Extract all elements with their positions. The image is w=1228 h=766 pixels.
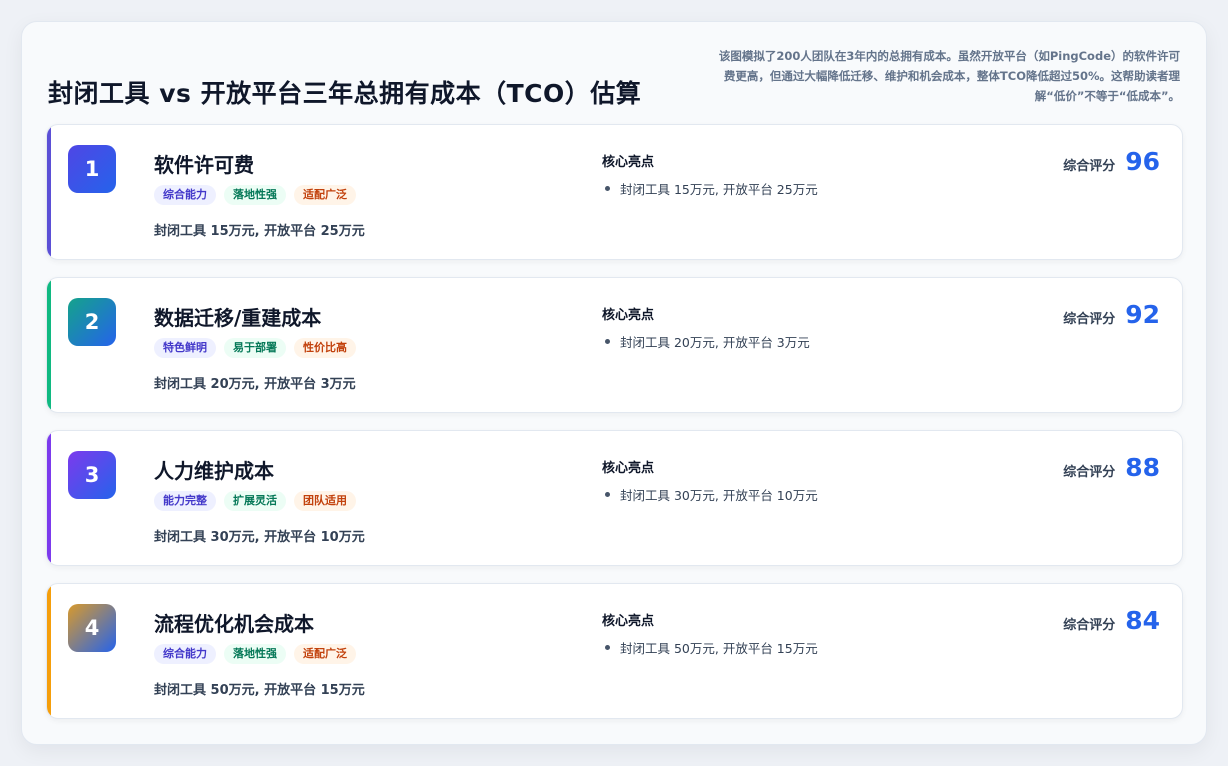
highlight-item: 封闭工具 15万元, 开放平台 25万元 [602, 179, 818, 198]
card-accent-bar [47, 278, 51, 412]
card-tags: 特色鲜明 易于部署 性价比高 [154, 338, 356, 358]
highlight-item: 封闭工具 20万元, 开放平台 3万元 [602, 332, 810, 351]
score-block: 综合评分 96 [1063, 147, 1160, 176]
score-value: 96 [1125, 147, 1160, 176]
tag: 综合能力 [154, 185, 216, 205]
tag: 综合能力 [154, 644, 216, 664]
card-data-migration[interactable]: 2 数据迁移/重建成本 特色鲜明 易于部署 性价比高 封闭工具 20万元, 开放… [46, 277, 1183, 413]
tag: 性价比高 [294, 338, 356, 358]
card-cost-summary: 封闭工具 50万元, 开放平台 15万元 [154, 683, 365, 698]
highlight-heading: 核心亮点 [602, 308, 655, 323]
card-maintenance[interactable]: 3 人力维护成本 能力完整 扩展灵活 团队适用 封闭工具 30万元, 开放平台 … [46, 430, 1183, 566]
highlight-heading: 核心亮点 [602, 155, 655, 170]
tag: 能力完整 [154, 491, 216, 511]
tag: 适配广泛 [294, 644, 356, 664]
score-block: 综合评分 92 [1063, 300, 1160, 329]
card-tags: 综合能力 落地性强 适配广泛 [154, 644, 356, 664]
score-value: 88 [1125, 453, 1160, 482]
highlight-heading: 核心亮点 [602, 461, 655, 476]
highlight-heading: 核心亮点 [602, 614, 655, 629]
score-value: 84 [1125, 606, 1160, 635]
highlight-item: 封闭工具 50万元, 开放平台 15万元 [602, 638, 818, 657]
card-cost-summary: 封闭工具 20万元, 开放平台 3万元 [154, 377, 356, 392]
card-cost-summary: 封闭工具 30万元, 开放平台 10万元 [154, 530, 365, 545]
highlight-item: 封闭工具 30万元, 开放平台 10万元 [602, 485, 818, 504]
card-title: 软件许可费 [154, 153, 254, 177]
tag: 落地性强 [224, 644, 286, 664]
card-license-fee[interactable]: 1 软件许可费 综合能力 落地性强 适配广泛 封闭工具 15万元, 开放平台 2… [46, 124, 1183, 260]
card-accent-bar [47, 125, 51, 259]
tco-panel: 封闭工具 vs 开放平台三年总拥有成本（TCO）估算 该图模拟了200人团队在3… [21, 21, 1207, 745]
tag: 团队适用 [294, 491, 356, 511]
tag: 易于部署 [224, 338, 286, 358]
card-title: 流程优化机会成本 [154, 612, 314, 636]
score-label: 综合评分 [1063, 465, 1116, 480]
tag: 适配广泛 [294, 185, 356, 205]
score-block: 综合评分 84 [1063, 606, 1160, 635]
card-number-badge: 1 [68, 145, 116, 193]
card-tags: 能力完整 扩展灵活 团队适用 [154, 491, 356, 511]
card-cost-summary: 封闭工具 15万元, 开放平台 25万元 [154, 224, 365, 239]
score-label: 综合评分 [1063, 618, 1116, 633]
card-opportunity-cost[interactable]: 4 流程优化机会成本 综合能力 落地性强 适配广泛 封闭工具 50万元, 开放平… [46, 583, 1183, 719]
card-number-badge: 3 [68, 451, 116, 499]
tag: 特色鲜明 [154, 338, 216, 358]
score-label: 综合评分 [1063, 159, 1116, 174]
card-title: 人力维护成本 [154, 459, 274, 483]
score-label: 综合评分 [1063, 312, 1116, 327]
highlight-list: 封闭工具 15万元, 开放平台 25万元 [602, 179, 818, 198]
card-number-badge: 4 [68, 604, 116, 652]
highlight-list: 封闭工具 50万元, 开放平台 15万元 [602, 638, 818, 657]
card-number-badge: 2 [68, 298, 116, 346]
score-value: 92 [1125, 300, 1160, 329]
highlight-list: 封闭工具 30万元, 开放平台 10万元 [602, 485, 818, 504]
page-description: 该图模拟了200人团队在3年内的总拥有成本。虽然开放平台（如PingCode）的… [718, 49, 1180, 103]
tag: 落地性强 [224, 185, 286, 205]
tag: 扩展灵活 [224, 491, 286, 511]
score-block: 综合评分 88 [1063, 453, 1160, 482]
card-accent-bar [47, 584, 51, 718]
page-title: 封闭工具 vs 开放平台三年总拥有成本（TCO）估算 [48, 79, 642, 108]
card-tags: 综合能力 落地性强 适配广泛 [154, 185, 356, 205]
highlight-list: 封闭工具 20万元, 开放平台 3万元 [602, 332, 810, 351]
card-accent-bar [47, 431, 51, 565]
card-title: 数据迁移/重建成本 [154, 306, 322, 330]
